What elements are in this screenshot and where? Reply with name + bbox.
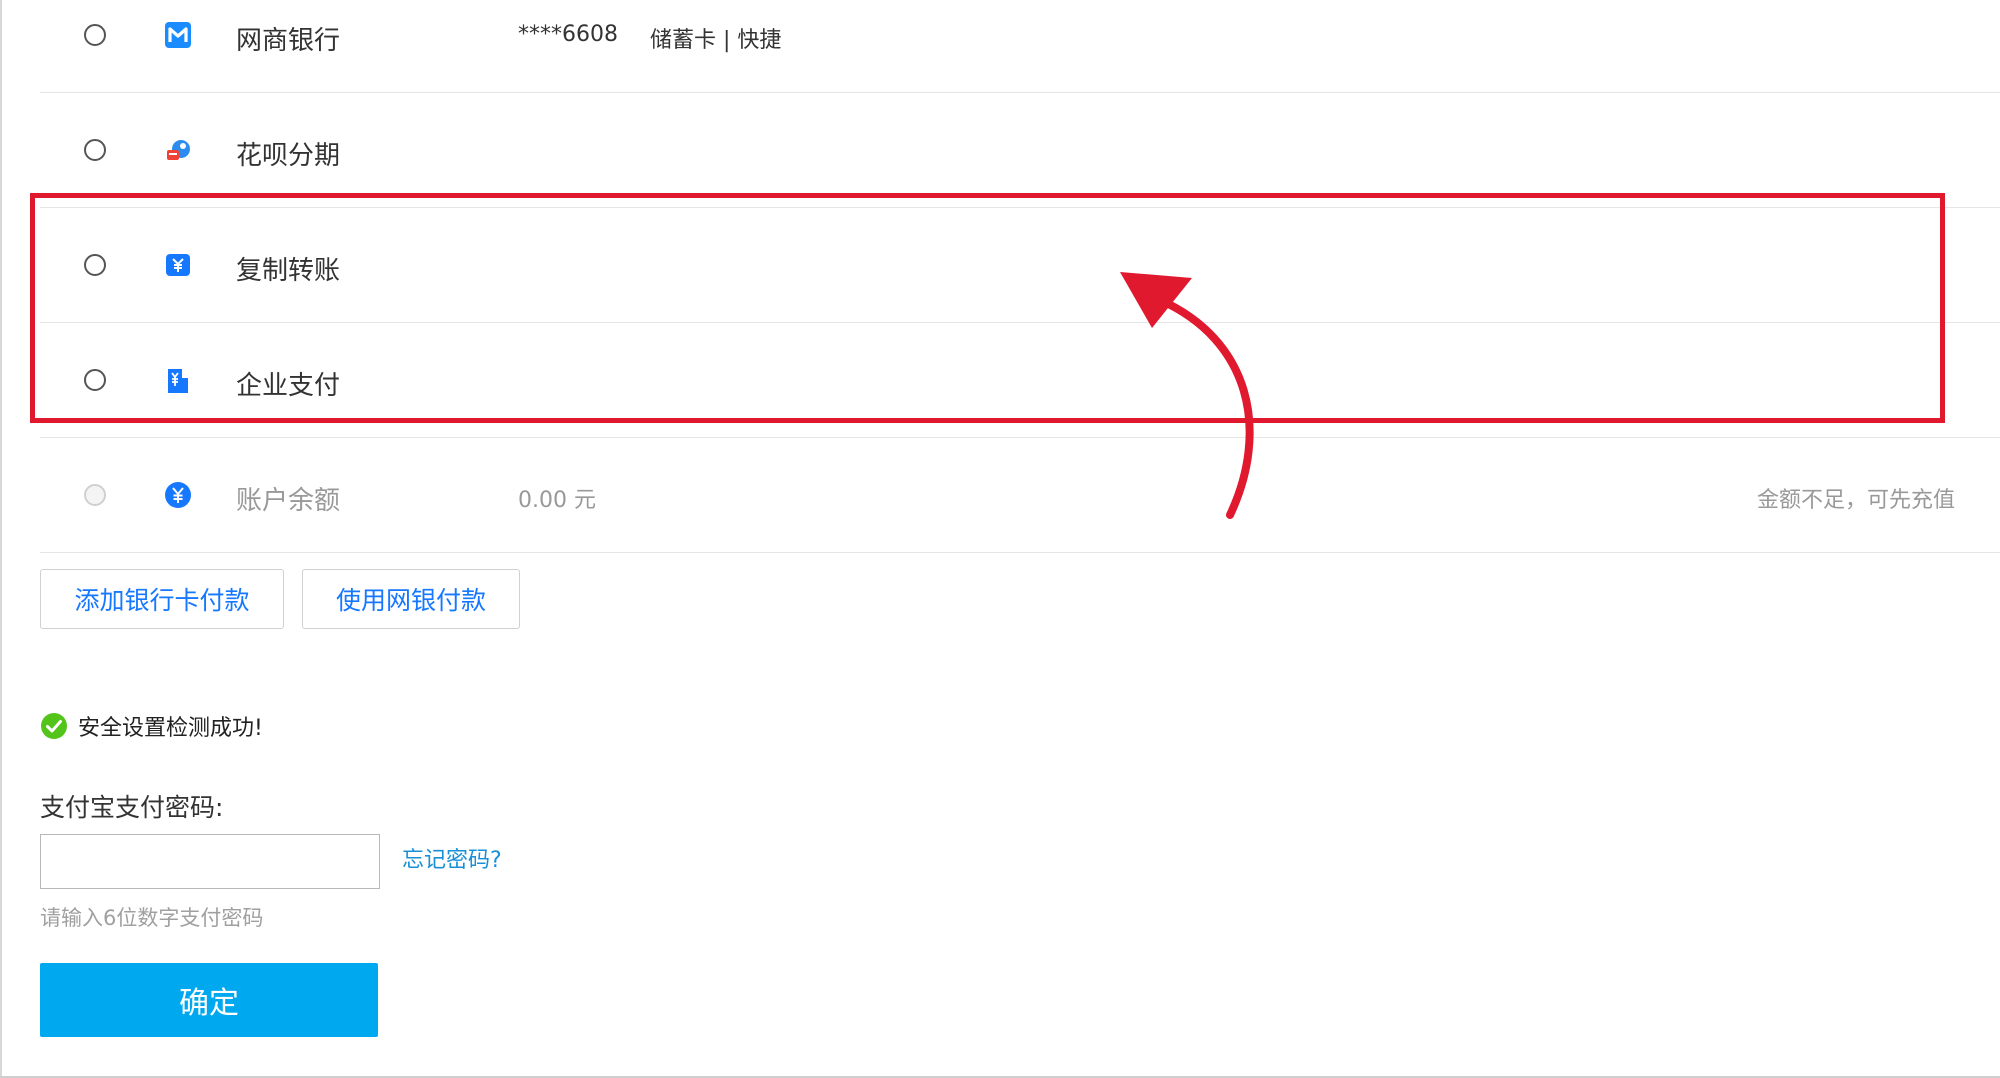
method-name: 网商银行 bbox=[236, 26, 341, 56]
method-name: 花呗分期 bbox=[236, 141, 341, 171]
payment-method-huabei[interactable]: 花呗分期 bbox=[40, 93, 2000, 208]
payment-password-input[interactable] bbox=[40, 834, 380, 889]
enterprise-pay-icon bbox=[168, 369, 188, 393]
confirm-button[interactable]: 确定 bbox=[40, 963, 378, 1037]
password-hint: 请输入6位数字支付密码 bbox=[40, 906, 264, 930]
payment-method-mybank[interactable]: 网商银行 ****6608 储蓄卡 | 快捷 bbox=[40, 0, 2000, 93]
radio-huabei[interactable] bbox=[84, 139, 106, 161]
forgot-password-link[interactable]: 忘记密码? bbox=[402, 842, 502, 874]
balance-amount: 0.00 元 bbox=[518, 488, 596, 513]
radio-enterprise[interactable] bbox=[84, 369, 106, 391]
payment-method-transfer[interactable]: 复制转账 bbox=[40, 208, 2000, 323]
method-name: 复制转账 bbox=[236, 256, 341, 286]
balance-icon bbox=[165, 482, 191, 508]
use-netbank-button[interactable]: 使用网银付款 bbox=[302, 569, 520, 629]
security-status-text: 安全设置检测成功! bbox=[78, 716, 263, 741]
password-label: 支付宝支付密码: bbox=[40, 793, 224, 822]
payment-method-list: 网商银行 ****6608 储蓄卡 | 快捷 花呗分期 复制转账 企业支付 账户… bbox=[40, 0, 2000, 553]
card-number: ****6608 bbox=[518, 22, 618, 47]
payment-method-balance: 账户余额 0.00 元 金额不足，可先充值 bbox=[40, 438, 2000, 553]
huabei-icon bbox=[167, 140, 190, 160]
check-circle-icon bbox=[41, 713, 67, 739]
security-check-status: 安全设置检测成功! bbox=[40, 711, 263, 741]
method-name: 企业支付 bbox=[236, 371, 341, 401]
page-left-border bbox=[0, 0, 2, 1078]
radio-mybank[interactable] bbox=[84, 24, 106, 46]
method-name: 账户余额 bbox=[236, 486, 341, 516]
radio-balance bbox=[84, 484, 106, 506]
card-type-tag: 储蓄卡 | 快捷 bbox=[650, 28, 782, 53]
mybank-icon bbox=[165, 22, 191, 48]
add-bank-card-button[interactable]: 添加银行卡付款 bbox=[40, 569, 284, 629]
transfer-icon bbox=[166, 254, 190, 276]
insufficient-note: 金额不足，可先充值 bbox=[1756, 488, 1955, 513]
radio-transfer[interactable] bbox=[84, 254, 106, 276]
payment-method-enterprise[interactable]: 企业支付 bbox=[40, 323, 2000, 438]
